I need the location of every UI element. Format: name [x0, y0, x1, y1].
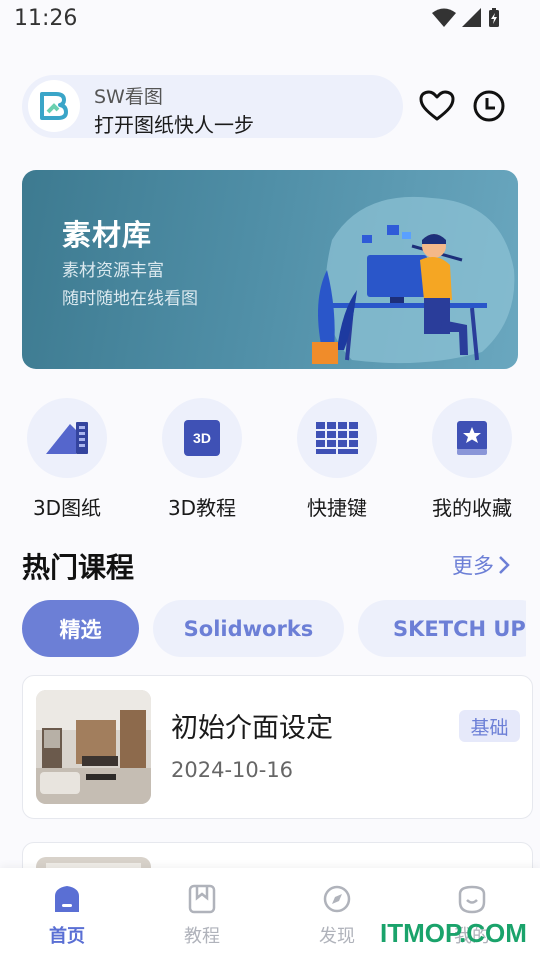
- quick-link-3d-drawings[interactable]: 3D图纸: [12, 398, 122, 523]
- app-header-pill[interactable]: SW看图 打开图纸快人一步: [22, 75, 403, 138]
- quick-link-label: 3D图纸: [32, 496, 102, 520]
- quick-link-label: 我的收藏: [432, 496, 512, 520]
- home-icon: [55, 886, 79, 912]
- chip-solidworks[interactable]: Solidworks: [153, 600, 344, 657]
- status-time: 11:26: [14, 6, 78, 31]
- nav-home-label: 首页: [49, 926, 85, 947]
- nav-home[interactable]: 首页: [27, 884, 107, 948]
- quick-link-label: 3D教程: [167, 496, 237, 520]
- app-logo: [28, 80, 80, 132]
- battery-icon: [489, 8, 499, 27]
- course-thumbnail: [36, 690, 151, 804]
- chevron-right-icon: [499, 556, 510, 574]
- favorite-button[interactable]: [417, 86, 457, 126]
- quick-link-3d-tutorials[interactable]: 3D 3D教程: [147, 398, 257, 523]
- quick-link-favorites[interactable]: 我的收藏: [417, 398, 527, 523]
- app-slogan: 打开图纸快人一步: [94, 113, 254, 137]
- course-thumbnail-image: [36, 690, 151, 804]
- course-date: 2024-10-16: [171, 758, 294, 782]
- promo-banner[interactable]: 素材库 素材资源丰富 随时随地在线看图: [22, 170, 518, 369]
- more-link[interactable]: 更多: [452, 550, 510, 580]
- home-screen: 11:26 SW看图 打开图纸快人一步 素材库 素材资源丰富 随时随地在线看图: [0, 0, 540, 960]
- app-name: SW看图: [94, 86, 163, 108]
- signal-icon: [462, 8, 481, 27]
- quick-link-icon-wrap: [27, 398, 107, 478]
- course-card[interactable]: 初始介面设定 2024-10-16 基础: [22, 675, 533, 819]
- clock-icon: [473, 90, 505, 122]
- heart-icon: [419, 90, 455, 121]
- banner-illustration: [312, 196, 515, 364]
- nav-tutorials[interactable]: 教程: [162, 884, 242, 948]
- app-logo-icon: [40, 92, 68, 120]
- category-chips: 精选 Solidworks SKETCH UP: [22, 600, 526, 658]
- book-icon: [188, 884, 216, 914]
- quick-link-icon-wrap: [297, 398, 377, 478]
- keyboard-icon: [316, 422, 358, 454]
- compass-icon: [323, 885, 351, 913]
- banner-subtitle-1: 素材资源丰富: [62, 261, 164, 281]
- bookmark-book-icon: [457, 421, 487, 455]
- banner-subtitle-2: 随时随地在线看图: [62, 289, 198, 309]
- 3d-badge-icon: 3D: [184, 420, 220, 456]
- more-link-label: 更多: [452, 554, 494, 578]
- site-watermark: ITMOP.COM: [380, 918, 527, 948]
- quick-link-icon-wrap: 3D: [162, 398, 242, 478]
- nav-discover-label: 发现: [319, 926, 355, 947]
- status-bar: 11:26: [0, 0, 540, 40]
- course-level-badge: 基础: [459, 710, 520, 742]
- nav-tutorials-label: 教程: [184, 926, 220, 947]
- course-title: 初始介面设定: [171, 713, 333, 744]
- wifi-icon: [432, 8, 456, 27]
- blueprint-icon: [46, 422, 88, 454]
- nav-discover[interactable]: 发现: [297, 884, 377, 948]
- quick-link-icon-wrap: [432, 398, 512, 478]
- chip-sketchup[interactable]: SKETCH UP: [358, 600, 526, 657]
- status-icons: [432, 8, 500, 28]
- history-button[interactable]: [469, 86, 509, 126]
- chip-featured[interactable]: 精选: [22, 600, 139, 657]
- section-title: 热门课程: [22, 551, 135, 584]
- quick-link-shortcuts[interactable]: 快捷键: [282, 398, 392, 523]
- banner-title: 素材库: [62, 218, 153, 252]
- quick-link-label: 快捷键: [307, 496, 367, 520]
- profile-icon: [458, 885, 486, 914]
